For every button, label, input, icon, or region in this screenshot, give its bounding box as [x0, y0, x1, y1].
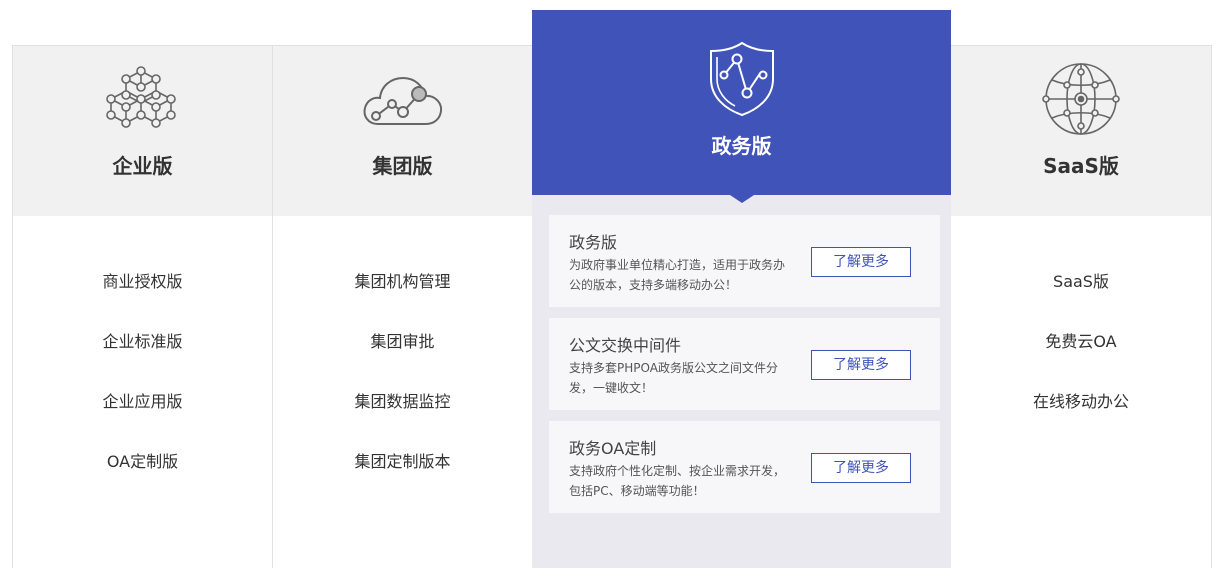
learn-more-button[interactable]: 了解更多 — [811, 453, 911, 483]
card-description: 支持多套PHPOA政务版公文之间文件分发，一键收文！ — [569, 361, 778, 395]
card-title: 公文交换中间件 — [569, 336, 682, 355]
list-item[interactable]: 商业授权版 — [13, 272, 272, 332]
column-group: 集团版 集团机构管理 集团审批 集团数据监控 集团定制版本 — [272, 45, 532, 568]
list-item[interactable]: 集团数据监控 — [273, 392, 532, 452]
edition-card: 政务版 为政府事业单位精心打造，适用于政务办公的版本，支持多端移动办公！ 了解更… — [549, 215, 940, 307]
featured-header: 政务版 — [532, 10, 951, 203]
list-item[interactable]: 集团机构管理 — [273, 272, 532, 332]
list-item[interactable]: SaaS版 — [951, 272, 1211, 332]
column-header: 企业版 — [13, 46, 272, 216]
edition-card: 公文交换中间件 支持多套PHPOA政务版公文之间文件分发，一键收文！ 了解更多 — [549, 318, 940, 410]
column-enterprise: 企业版 商业授权版 企业标准版 企业应用版 OA定制版 — [12, 45, 272, 568]
globe-icon — [1036, 60, 1126, 138]
product-editions: 企业版 商业授权版 企业标准版 企业应用版 OA定制版 集团版 集团机构管理 集… — [0, 0, 1225, 568]
list-item[interactable]: 企业应用版 — [13, 392, 272, 452]
shield-icon — [704, 38, 780, 120]
list-item[interactable]: OA定制版 — [13, 452, 272, 512]
list-item[interactable]: 集团定制版本 — [273, 452, 532, 512]
column-title: 企业版 — [112, 154, 173, 178]
column-saas: SaaS版 SaaS版 免费云OA 在线移动办公 — [951, 45, 1212, 568]
column-title: 集团版 — [372, 154, 433, 178]
learn-more-button[interactable]: 了解更多 — [811, 247, 911, 277]
edition-card: 政务OA定制 支持政府个性化定制、按企业需求开发，包括PC、移动端等功能！ 了解… — [549, 421, 940, 513]
featured-title: 政务版 — [711, 134, 772, 158]
header-notch — [729, 195, 754, 203]
featured-column-government: 政务版 政务版 为政府事业单位精心打造，适用于政务办公的版本，支持多端移动办公！… — [532, 10, 951, 568]
list-item[interactable]: 免费云OA — [951, 332, 1211, 392]
card-description: 为政府事业单位精心打造，适用于政务办公的版本，支持多端移动办公！ — [569, 258, 786, 292]
cloud-network-icon — [358, 60, 448, 138]
column-title: SaaS版 — [1043, 154, 1119, 178]
column-header: SaaS版 — [951, 46, 1211, 216]
list-item[interactable]: 在线移动办公 — [951, 392, 1211, 452]
card-title: 政务OA定制 — [569, 439, 657, 458]
list-item[interactable]: 企业标准版 — [13, 332, 272, 392]
cube-network-icon — [98, 60, 188, 138]
card-description: 支持政府个性化定制、按企业需求开发，包括PC、移动端等功能！ — [569, 464, 786, 498]
list-item[interactable]: 集团审批 — [273, 332, 532, 392]
learn-more-button[interactable]: 了解更多 — [811, 350, 911, 380]
card-title: 政务版 — [569, 233, 618, 252]
column-header: 集团版 — [273, 46, 532, 216]
